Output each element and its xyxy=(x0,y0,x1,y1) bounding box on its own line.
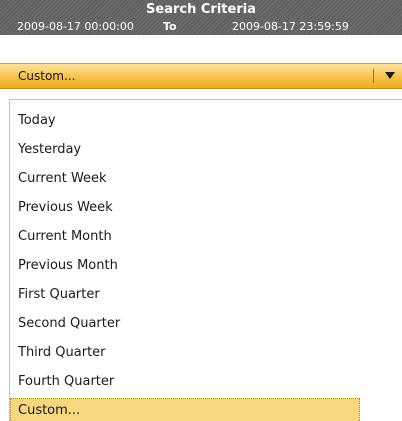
panel-title: Search Criteria xyxy=(146,2,256,17)
dropdown-item-third-quarter[interactable]: Third Quarter xyxy=(10,340,360,366)
dropdown-item-second-quarter[interactable]: Second Quarter xyxy=(10,311,360,337)
dropdown-item-first-quarter[interactable]: First Quarter xyxy=(10,282,360,308)
search-criteria-panel: Search Criteria 2009-08-17 00:00:00 To 2… xyxy=(0,0,402,421)
select-divider xyxy=(373,69,374,83)
dropdown-item-previous-month[interactable]: Previous Month xyxy=(10,253,360,279)
dropdown-item-yesterday[interactable]: Yesterday xyxy=(10,137,360,163)
dropdown-item-current-month[interactable]: Current Month xyxy=(10,224,360,250)
chevron-down-icon[interactable] xyxy=(385,72,395,79)
date-from-value[interactable]: 2009-08-17 00:00:00 xyxy=(17,21,134,33)
dropdown-item-today[interactable]: Today xyxy=(10,108,360,134)
date-range-select[interactable]: Custom... xyxy=(0,63,402,89)
dropdown-item-custom[interactable]: Custom... xyxy=(10,398,360,421)
to-label: To xyxy=(163,20,177,33)
dropdown-item-current-week[interactable]: Current Week xyxy=(10,166,360,192)
search-criteria-header: Search Criteria 2009-08-17 00:00:00 To 2… xyxy=(0,0,402,35)
dropdown-item-fourth-quarter[interactable]: Fourth Quarter xyxy=(10,369,360,395)
dropdown-item-previous-week[interactable]: Previous Week xyxy=(10,195,360,221)
date-range-dropdown-list: Today Yesterday Current Week Previous We… xyxy=(9,99,402,421)
date-to-value[interactable]: 2009-08-17 23:59:59 xyxy=(232,21,349,33)
date-range-select-value: Custom... xyxy=(18,69,76,83)
